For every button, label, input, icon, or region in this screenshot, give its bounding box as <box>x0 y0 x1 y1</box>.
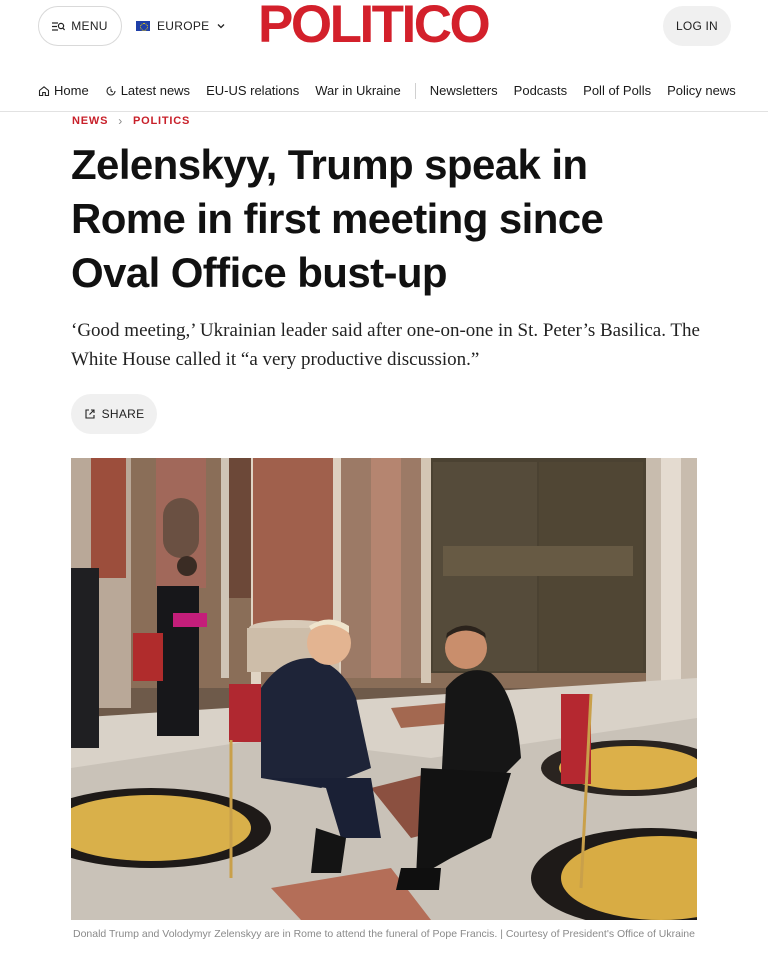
nav-item-newsletters[interactable]: Newsletters <box>430 83 498 98</box>
eu-flag-icon <box>136 21 150 31</box>
edition-selector[interactable]: EUROPE <box>136 16 226 36</box>
nav-label: Newsletters <box>429 83 498 98</box>
edition-label: EUROPE <box>157 19 210 33</box>
chevron-down-icon <box>218 24 225 29</box>
article-headline: Zelenskyy, Trump speak in Rome in first … <box>71 141 604 296</box>
article-dek: ‘Good meeting,’ Ukrainian leader said af… <box>71 320 700 370</box>
nav-item-podcasts[interactable]: Podcasts <box>514 83 567 98</box>
nav-divider <box>414 82 416 99</box>
nav-item-poll-of-polls[interactable]: Poll of Polls <box>583 83 651 98</box>
nav-item-latest-news[interactable]: Latest news <box>105 83 190 98</box>
nav-item-eu-us-relations[interactable]: EU-US relations <box>206 83 299 98</box>
top-bar: MENU EUROPE POLITICO LOG IN <box>0 0 768 62</box>
share-label: SHARE <box>101 407 145 421</box>
nav-label: Poll of Polls <box>583 83 652 98</box>
menu-search-icon <box>52 21 66 31</box>
photo-caption: Donald Trump and Volodymyr Zelenskyy are… <box>72 928 695 940</box>
article-photo <box>71 458 697 920</box>
breadcrumb-politics-link[interactable]: POLITICS <box>133 115 190 127</box>
nav-label: EU-US relations <box>206 83 300 98</box>
nav-label: Home <box>54 83 89 98</box>
share-button[interactable]: SHARE <box>71 394 157 434</box>
nav-label: Latest news <box>120 83 191 98</box>
photo-illustration <box>71 458 697 920</box>
breadcrumb-news-link[interactable]: NEWS <box>72 115 108 127</box>
main-nav: Home Latest news EU-US relations War in … <box>0 70 768 112</box>
nav-label: War in Ukraine <box>315 83 401 98</box>
share-icon <box>85 409 95 419</box>
nav-label: Policy news <box>667 83 736 98</box>
login-button[interactable]: LOG IN <box>663 6 731 46</box>
home-icon <box>38 85 50 96</box>
breadcrumb: NEWS › POLITICS <box>72 114 190 128</box>
menu-button[interactable]: MENU <box>38 6 122 46</box>
nav-item-policy-news[interactable]: Policy news <box>667 83 736 98</box>
menu-label: MENU <box>71 19 108 33</box>
nav-item-war-in-ukraine[interactable]: War in Ukraine <box>315 83 400 98</box>
breadcrumb-separator-icon: › <box>118 114 123 128</box>
politico-logo[interactable]: POLITICO <box>258 0 491 51</box>
nav-label: Podcasts <box>513 83 568 98</box>
nav-item-home[interactable]: Home <box>38 83 89 98</box>
clock-icon <box>106 85 116 96</box>
